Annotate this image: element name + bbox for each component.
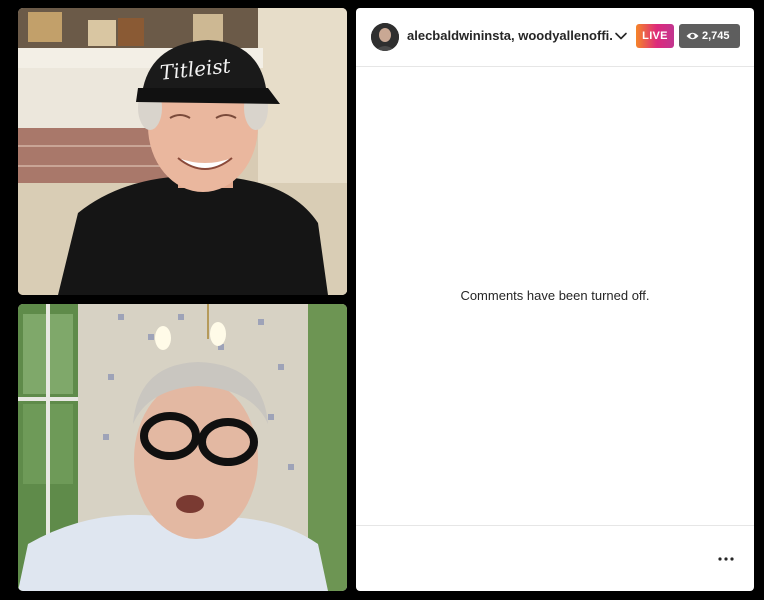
participant-video-top-image: Titleist [18, 8, 347, 295]
comments-status-text: Comments have been turned off. [460, 288, 650, 303]
live-footer [356, 525, 754, 591]
participant-video-bottom [18, 304, 347, 591]
participant-video-bottom-image [18, 304, 347, 591]
chevron-down-icon[interactable] [614, 29, 628, 43]
viewer-count-badge: 2,745 [679, 24, 740, 48]
participants-usernames[interactable]: alecbaldwininsta, woodyallenoffi... [407, 27, 612, 45]
live-badge: LIVE [636, 24, 674, 48]
viewer-count: 2,745 [702, 30, 730, 42]
more-options-icon[interactable] [716, 552, 736, 566]
participant-video-top: Titleist [18, 8, 347, 295]
eye-icon [686, 32, 699, 40]
live-comments-panel: alecbaldwininsta, woodyallenoffi... LIVE… [356, 8, 754, 591]
host-avatar-image [371, 23, 399, 51]
live-header: alecbaldwininsta, woodyallenoffi... LIVE… [356, 8, 754, 67]
host-avatar[interactable] [371, 23, 399, 51]
